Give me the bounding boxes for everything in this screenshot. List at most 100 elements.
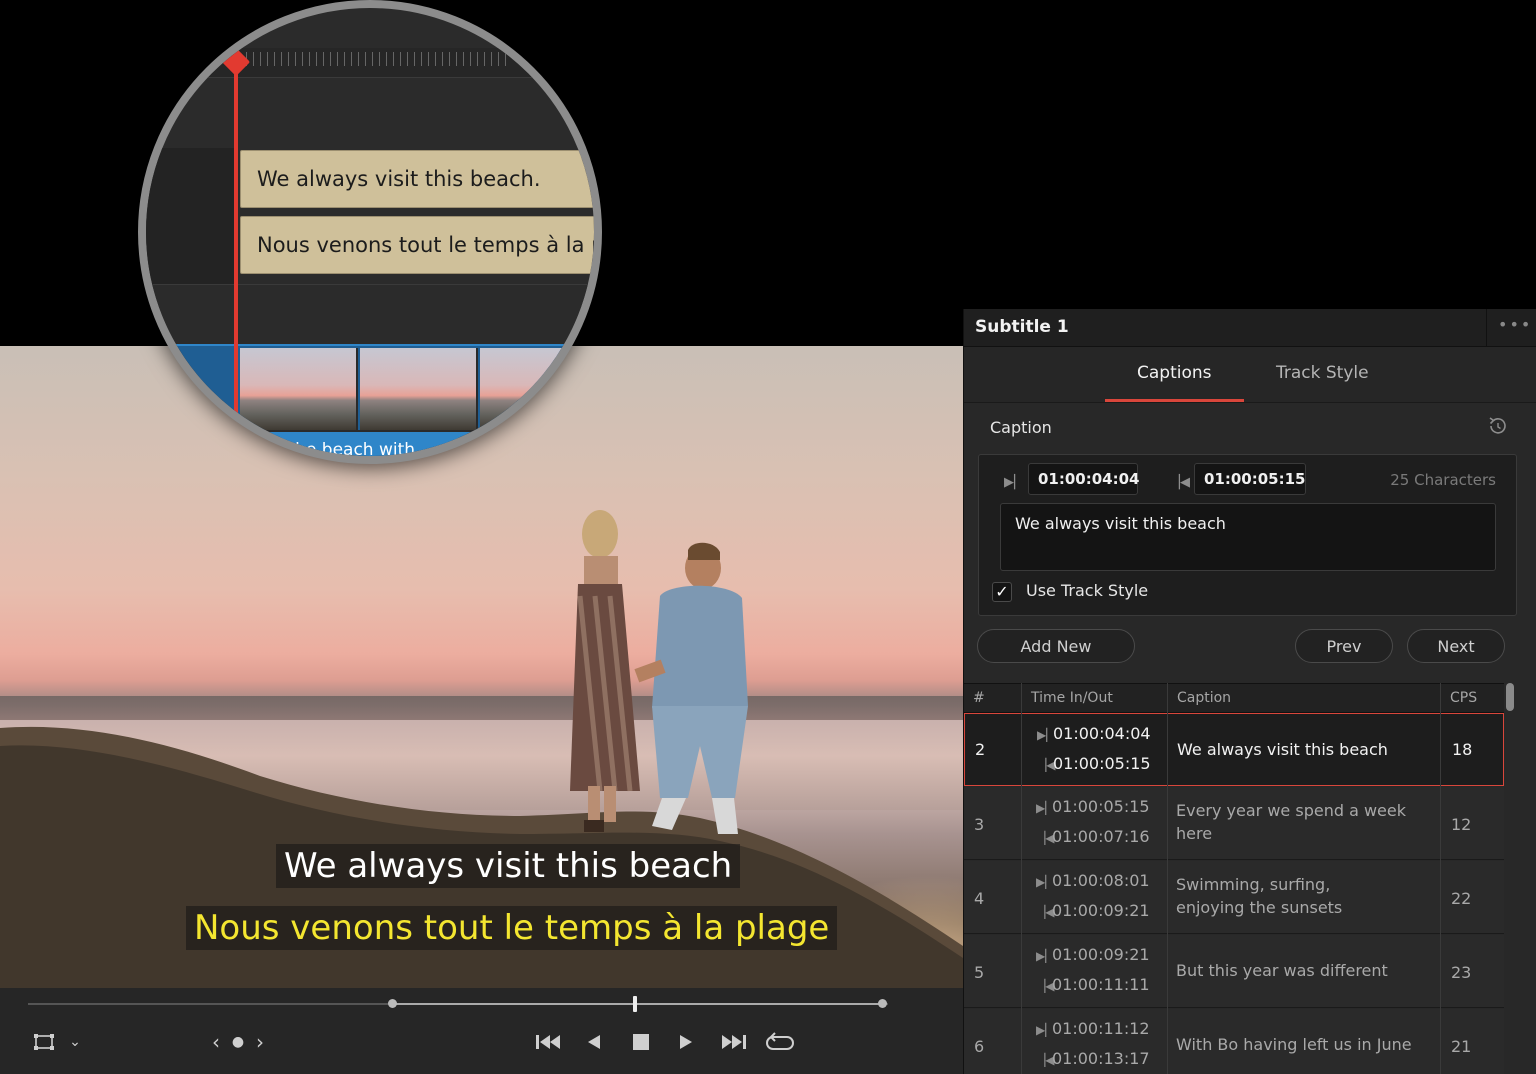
table-row[interactable]: 2 ▶▏01:00:04:04 ▕◀01:00:05:15 We always …: [964, 713, 1504, 786]
row-time-in: 01:00:08:01: [1052, 871, 1150, 890]
timeline-playhead[interactable]: [234, 66, 238, 456]
character-count: 25 Characters: [1390, 471, 1496, 489]
caption-editor: ▶▏ 01:00:04:04 ▕◀ 01:00:05:15 25 Charact…: [978, 454, 1517, 616]
table-row[interactable]: 6 ▶▏01:00:11:12 ▕◀01:00:13:17 With Bo ha…: [964, 1009, 1504, 1074]
row-caption: Every year we spend a week here: [1176, 801, 1406, 843]
mark-out-icon: ▕◀: [1037, 758, 1056, 772]
row-caption: Swimming, surfing, enjoying the sunsets: [1176, 875, 1343, 917]
subtitle-track-header: [146, 148, 238, 286]
mark-in-icon: ▶▏: [1036, 875, 1055, 889]
header-divider: [1486, 309, 1487, 347]
tab-track-style[interactable]: Track Style: [1276, 363, 1369, 383]
use-track-style-label: Use Track Style: [1026, 581, 1149, 600]
table-row[interactable]: 5 ▶▏01:00:09:21 ▕◀01:00:11:11 But this y…: [964, 935, 1504, 1008]
man-figure: [634, 542, 748, 834]
row-time-out: 01:00:09:21: [1052, 901, 1150, 920]
video-thumbnail: [480, 348, 594, 430]
video-thumbnail: [240, 348, 358, 430]
mark-out-icon: ▕◀: [1036, 1053, 1055, 1067]
loop-icon[interactable]: [764, 1028, 796, 1056]
subtitle-clip-secondary[interactable]: Nous venons tout le temps à la pla: [240, 216, 594, 274]
table-row[interactable]: 3 ▶▏01:00:05:15 ▕◀01:00:07:16 Every year…: [964, 787, 1504, 860]
col-header-number[interactable]: #: [973, 690, 985, 706]
row-cps: 22: [1451, 889, 1472, 908]
chevron-down-icon[interactable]: ⌄: [64, 1028, 86, 1056]
mark-in-icon: ▶▏: [1036, 801, 1055, 815]
play-reverse-icon[interactable]: [582, 1028, 606, 1056]
row-number: 2: [975, 740, 986, 759]
empty-track: [146, 284, 594, 344]
video-thumbnail: [360, 348, 478, 430]
row-number: 3: [974, 815, 985, 834]
row-caption: We always visit this beach: [1177, 740, 1388, 759]
timeline-ruler[interactable]: [146, 48, 594, 78]
col-header-cps[interactable]: CPS: [1450, 690, 1477, 706]
time-in-field[interactable]: 01:00:04:04: [1028, 463, 1140, 495]
active-tab-indicator: [1105, 399, 1244, 402]
more-icon[interactable]: •••: [1498, 315, 1532, 334]
col-header-caption[interactable]: Caption: [1177, 690, 1231, 706]
subtitle-primary: We always visit this beach: [276, 844, 741, 888]
ruler-ticks: [246, 52, 506, 66]
reset-icon[interactable]: [1486, 415, 1508, 437]
mark-out-icon: ▕◀: [1036, 905, 1055, 919]
scrubber-range: [392, 1003, 882, 1005]
table-scrollbar[interactable]: [1506, 683, 1514, 711]
play-icon[interactable]: [674, 1028, 698, 1056]
viewer-framing-icon[interactable]: [30, 1028, 58, 1056]
scrubber-in-point[interactable]: [388, 999, 397, 1008]
panel-tabs: Captions Track Style: [964, 347, 1536, 403]
row-time-out: 01:00:11:11: [1052, 975, 1150, 994]
table-header: # Time In/Out Caption CPS: [964, 683, 1504, 713]
row-number: 6: [974, 1037, 985, 1056]
subtitle-inspector-panel: Subtitle 1 ••• Captions Track Style Capt…: [963, 309, 1536, 1074]
row-time-in: 01:00:04:04: [1053, 724, 1151, 743]
scrubber-out-point[interactable]: [878, 999, 887, 1008]
col-header-time[interactable]: Time In/Out: [1031, 690, 1113, 706]
row-time-out: 01:00:07:16: [1052, 827, 1150, 846]
go-to-start-icon[interactable]: [532, 1028, 564, 1056]
row-cps: 12: [1451, 815, 1472, 834]
row-time-out: 01:00:05:15: [1053, 754, 1151, 773]
row-time-in: 01:00:11:12: [1052, 1019, 1150, 1038]
mark-out-icon: ▕◀: [1036, 831, 1055, 845]
go-to-end-icon[interactable]: [718, 1028, 750, 1056]
subtitle-clip-primary[interactable]: We always visit this beach.: [240, 150, 594, 208]
timeline-magnifier: We always visit this beach. Nous venons …: [138, 0, 602, 464]
row-cps: 21: [1451, 1037, 1472, 1056]
mark-in-icon: ▶▏: [1004, 475, 1024, 490]
use-track-style-checkbox[interactable]: ✓: [992, 582, 1012, 602]
prev-icon[interactable]: ‹: [206, 1028, 226, 1056]
stop-icon[interactable]: [628, 1028, 654, 1056]
next-icon[interactable]: ›: [250, 1028, 270, 1056]
panel-title: Subtitle 1: [975, 317, 1069, 337]
row-cps: 18: [1452, 740, 1473, 759]
mark-in-icon: ▶▏: [1037, 728, 1056, 742]
column-divider: [1167, 683, 1168, 1074]
row-caption: With Bo having left us in June: [1176, 1035, 1412, 1054]
table-row[interactable]: 4 ▶▏01:00:08:01 ▕◀01:00:09:21 Swimming, …: [964, 861, 1504, 934]
mark-out-icon: ▕◀: [1170, 475, 1190, 490]
caption-section-label: Caption: [990, 418, 1052, 437]
panel-header: Subtitle 1 •••: [964, 309, 1536, 347]
next-button[interactable]: Next: [1407, 629, 1505, 663]
row-time-out: 01:00:13:17: [1052, 1049, 1150, 1068]
transport-bar: ⌄ ‹ ● ›: [0, 988, 963, 1074]
tab-captions[interactable]: Captions: [1137, 363, 1212, 383]
row-number: 5: [974, 963, 985, 982]
add-new-button[interactable]: Add New: [977, 629, 1135, 663]
dot-icon[interactable]: ●: [228, 1028, 248, 1056]
column-divider: [1440, 683, 1441, 1074]
mark-in-icon: ▶▏: [1036, 1023, 1055, 1037]
scrubber-playhead[interactable]: [633, 996, 637, 1012]
mark-out-icon: ▕◀: [1036, 979, 1055, 993]
column-divider: [1021, 683, 1022, 1074]
checkmark-icon: ✓: [995, 582, 1009, 601]
prev-button[interactable]: Prev: [1295, 629, 1393, 663]
time-out-field[interactable]: 01:00:05:15: [1194, 463, 1306, 495]
mark-in-icon: ▶▏: [1036, 949, 1055, 963]
row-caption: But this year was different: [1176, 961, 1388, 980]
subtitle-secondary: Nous venons tout le temps à la plage: [186, 906, 838, 950]
caption-text-input[interactable]: We always visit this beach: [1000, 503, 1496, 571]
row-time-in: 01:00:09:21: [1052, 945, 1150, 964]
